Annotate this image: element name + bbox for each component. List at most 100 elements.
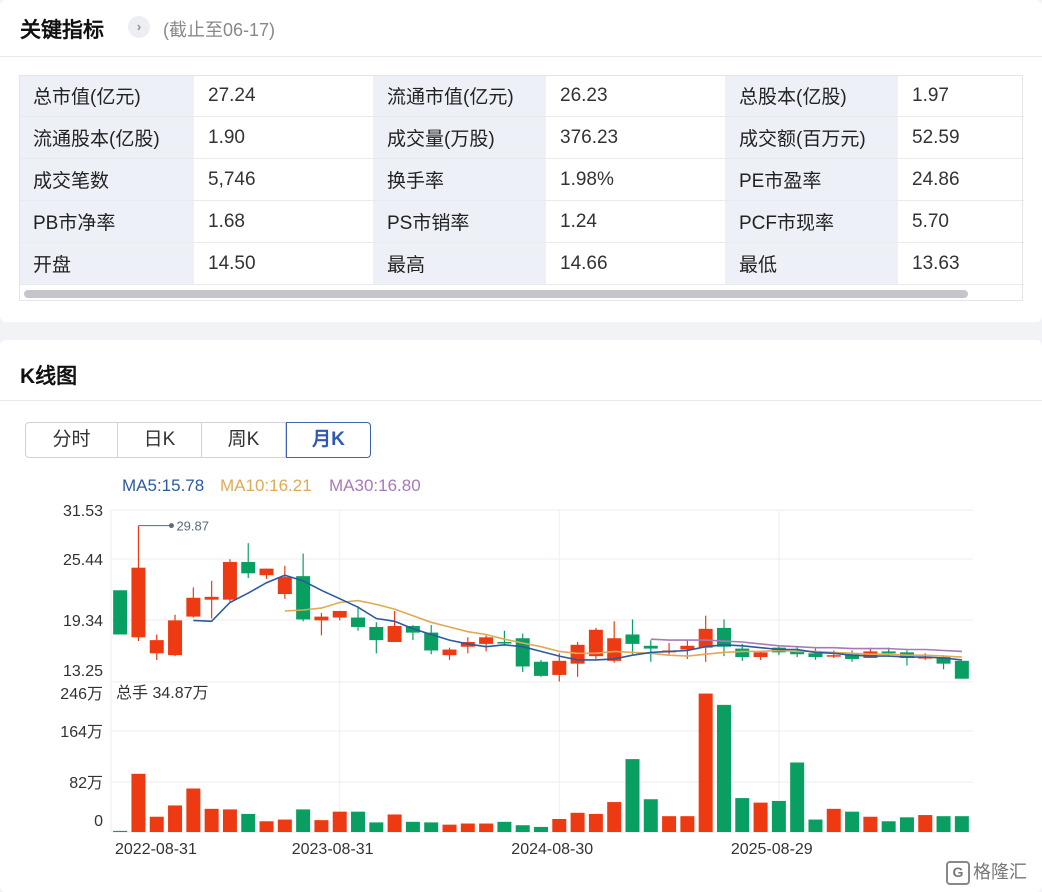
volume-tick-label: 164万 xyxy=(60,724,103,741)
volume-bar xyxy=(259,821,274,832)
candle-body xyxy=(716,627,731,647)
metric-label: 总市值(亿元) xyxy=(19,75,194,117)
metric-value: 5,746 xyxy=(194,158,373,201)
candle-body xyxy=(698,628,713,648)
volume-bar xyxy=(698,693,713,832)
candle-body xyxy=(753,652,768,658)
candle-body xyxy=(241,562,256,574)
volume-bar xyxy=(168,805,183,832)
metrics-row: 成交笔数 5,746 换手率 1.98% PE市盈率 24.86 xyxy=(19,158,1024,201)
date-tick-label: 2023-08-31 xyxy=(292,841,374,858)
ma30-line xyxy=(650,638,962,653)
candle-body xyxy=(277,577,292,595)
date-tick-label: 2022-08-31 xyxy=(115,841,197,858)
candle-body xyxy=(534,661,548,676)
volume-bar xyxy=(387,814,402,832)
candle-body xyxy=(735,648,750,658)
volume-bar xyxy=(131,773,146,832)
kline-title: K线图 xyxy=(20,365,78,388)
candle-body xyxy=(332,610,347,618)
metrics-row: 开盘 14.50 最高 14.66 最低 13.63 xyxy=(19,242,1024,285)
candle-body xyxy=(497,642,512,644)
volume-total-label: 总手 34.87万 xyxy=(116,684,209,702)
period-tabs: 分时 日K 周K 月K xyxy=(25,422,371,458)
candle-body xyxy=(222,562,237,600)
volume-bar xyxy=(277,819,292,832)
volume-bar xyxy=(845,811,860,832)
candle-body xyxy=(113,590,128,635)
volume-bar xyxy=(296,809,311,832)
price-tick-label: 25.44 xyxy=(63,552,103,569)
metric-value: 1.97 xyxy=(898,75,1024,117)
volume-bar xyxy=(881,821,896,832)
metric-label: 换手率 xyxy=(373,158,546,201)
tab-weekly-k[interactable]: 周K xyxy=(202,422,286,458)
kline-chart[interactable]: 31.53 25.44 19.34 13.25 246万 164万 82万 0 29.87 总手 … xyxy=(0,490,1042,860)
metric-label: 流通市值(亿元) xyxy=(373,75,546,117)
volume-bar xyxy=(424,822,439,832)
candle-body xyxy=(369,626,384,641)
metrics-row: 流通股本(亿股) 1.90 成交量(万股) 376.23 成交额(百万元) 52… xyxy=(19,116,1024,159)
chevron-right-icon[interactable]: › xyxy=(128,16,150,38)
volume-bar xyxy=(369,822,384,832)
volume-bar xyxy=(113,830,128,832)
metric-value: 14.66 xyxy=(546,242,725,285)
volume-bar xyxy=(241,813,256,832)
volume-bar xyxy=(716,704,731,832)
key-metrics-card: 关键指标 › (截止至06-17) 总市值(亿元) 27.24 流通市值(亿元)… xyxy=(0,0,1042,322)
candle-body xyxy=(881,651,896,654)
metric-label: 成交额(百万元) xyxy=(725,116,898,159)
metric-value: 1.98% xyxy=(546,158,725,201)
candle-body xyxy=(570,644,585,664)
volume-bar xyxy=(479,823,494,832)
horizontal-scrollbar[interactable] xyxy=(24,290,968,298)
candle-body xyxy=(643,645,658,649)
price-tick-label: 13.25 xyxy=(63,663,103,680)
tab-intraday[interactable]: 分时 xyxy=(25,422,118,458)
candle-body xyxy=(387,626,402,643)
candle-body xyxy=(625,634,640,644)
metric-label: 流通股本(亿股) xyxy=(19,116,194,159)
volume-bar xyxy=(534,826,548,832)
volume-bar xyxy=(826,808,841,832)
metric-label: 成交笔数 xyxy=(19,158,194,201)
as-of-date: (截止至06-17) xyxy=(163,20,276,40)
date-tick-label: 2025-08-29 xyxy=(731,841,813,858)
key-metrics-title: 关键指标 xyxy=(20,19,104,42)
metric-label: 开盘 xyxy=(19,242,194,285)
volume-bar xyxy=(936,816,951,832)
volume-bar xyxy=(351,811,366,832)
metric-value: 5.70 xyxy=(898,200,1024,243)
metric-label: PCF市现率 xyxy=(725,200,898,243)
volume-bar xyxy=(625,759,640,832)
candle-body xyxy=(479,637,494,644)
volume-bar xyxy=(442,824,457,832)
candle-body xyxy=(826,655,841,657)
price-tick-label: 19.34 xyxy=(63,613,103,630)
volume-bar xyxy=(735,798,750,832)
volume-tick-label: 0 xyxy=(94,813,103,830)
divider xyxy=(0,400,1042,401)
volume-bar xyxy=(204,808,219,832)
metric-label: PB市净率 xyxy=(19,200,194,243)
volume-bar xyxy=(607,802,622,832)
volume-bar xyxy=(588,813,603,832)
max-price-label: 29.87 xyxy=(176,519,209,534)
metric-label: PS市销率 xyxy=(373,200,546,243)
metrics-row: PB市净率 1.68 PS市销率 1.24 PCF市现率 5.70 xyxy=(19,200,1024,243)
metrics-table: 总市值(亿元) 27.24 流通市值(亿元) 26.23 总股本(亿股) 1.9… xyxy=(19,75,1024,285)
metric-value: 26.23 xyxy=(546,75,725,117)
divider xyxy=(0,56,1042,57)
volume-bar xyxy=(222,809,237,832)
metric-label: 最低 xyxy=(725,242,898,285)
candle-body xyxy=(204,596,219,600)
tab-monthly-k[interactable]: 月K xyxy=(286,422,371,458)
metric-value: 376.23 xyxy=(546,116,725,159)
volume-bar xyxy=(570,812,585,832)
volume-bar xyxy=(405,821,420,832)
watermark-text: 格隆汇 xyxy=(973,862,1027,882)
tab-daily-k[interactable]: 日K xyxy=(118,422,202,458)
metric-value: 14.50 xyxy=(194,242,373,285)
max-marker-dot xyxy=(168,523,174,529)
volume-bar xyxy=(808,819,823,832)
